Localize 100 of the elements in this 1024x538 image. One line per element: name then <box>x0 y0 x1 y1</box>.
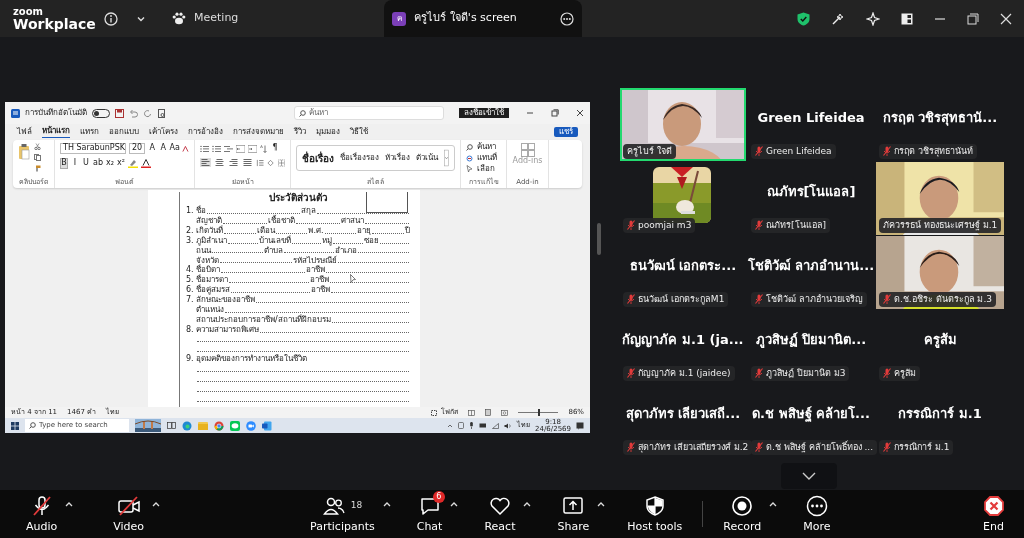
print-preview-icon[interactable] <box>157 108 166 118</box>
font-tool-button[interactable]: Aa <box>170 143 180 154</box>
align-justify-button[interactable] <box>242 158 253 167</box>
sign-in-button[interactable]: ลงชื่อเข้าใช้ <box>459 107 509 119</box>
numbered-list-icon[interactable] <box>212 144 221 153</box>
align-left-button[interactable] <box>200 158 211 167</box>
ribbon-tab[interactable]: แทรก <box>80 126 99 138</box>
line-spacing-icon[interactable] <box>256 158 264 167</box>
caret-icon[interactable] <box>382 500 391 507</box>
clear-format-icon[interactable] <box>182 144 189 153</box>
show-marks-button[interactable]: ¶ <box>271 143 279 154</box>
font-size-field[interactable]: 20 <box>129 143 146 154</box>
participants-button[interactable]: 18 Participants <box>310 492 375 536</box>
scissors-icon[interactable] <box>34 143 41 150</box>
web-layout-icon[interactable] <box>501 409 509 416</box>
format-button[interactable]: B <box>60 158 68 169</box>
battery-icon[interactable] <box>479 423 488 428</box>
caret-icon[interactable] <box>152 500 161 507</box>
video-app-icon[interactable] <box>246 420 256 431</box>
bullet-list-icon[interactable] <box>200 144 209 153</box>
video-button[interactable]: Video <box>113 492 145 536</box>
more-button[interactable]: More <box>803 492 831 536</box>
record-button[interactable]: Record <box>723 492 762 536</box>
tray-caret-icon[interactable] <box>447 422 454 429</box>
browser-icon[interactable] <box>182 420 192 431</box>
sort-icon[interactable] <box>260 144 268 153</box>
react-button[interactable]: React <box>484 492 516 536</box>
caret-icon[interactable] <box>450 500 459 507</box>
style-option[interactable]: ตัวเน้น <box>416 153 438 163</box>
redo-icon[interactable] <box>143 108 152 118</box>
share-button[interactable]: Share <box>557 492 590 536</box>
save-icon[interactable] <box>115 108 124 118</box>
format-button[interactable]: x² <box>117 158 125 169</box>
font-tool-button[interactable]: A <box>159 143 168 154</box>
ribbon-tab[interactable]: การส่งจดหมาย <box>233 126 284 138</box>
restore-icon[interactable] <box>551 109 559 117</box>
style-option[interactable]: ชื่อเรื่อง <box>302 152 334 164</box>
resize-handle[interactable] <box>597 222 601 255</box>
caret-icon[interactable] <box>597 500 606 507</box>
align-right-button[interactable] <box>228 158 239 167</box>
increase-indent-icon[interactable] <box>248 144 257 153</box>
ribbon-tab[interactable]: ไฟล์ <box>17 126 32 138</box>
read-mode-icon[interactable] <box>468 409 476 416</box>
speaker-icon[interactable] <box>504 422 513 429</box>
sparkle-icon[interactable] <box>866 11 880 26</box>
close-icon[interactable] <box>576 109 584 117</box>
copy-icon[interactable] <box>34 154 41 161</box>
edit-command[interactable]: ค้นหา <box>466 143 501 152</box>
wand-icon[interactable] <box>831 11 845 26</box>
ribbon-tab[interactable]: ออกแบบ <box>109 126 139 138</box>
ribbon-tab[interactable]: หน้าแรก <box>42 126 70 138</box>
audio-button[interactable]: Audio <box>26 492 58 536</box>
decrease-indent-icon[interactable] <box>236 144 245 153</box>
info-icon[interactable] <box>104 11 118 26</box>
edit-command[interactable]: เลือก <box>466 164 501 174</box>
ribbon-tab[interactable]: การอ้างอิง <box>188 126 223 138</box>
ribbon-tab[interactable]: วิธีใช้ <box>350 126 368 138</box>
multilevel-list-icon[interactable] <box>224 144 233 153</box>
format-button[interactable]: I <box>71 158 79 169</box>
ribbon-tab[interactable]: เค้าโครง <box>149 126 178 138</box>
scroll-down-button[interactable] <box>781 463 837 489</box>
browser-icon[interactable] <box>214 420 224 431</box>
caret-icon[interactable] <box>65 500 74 507</box>
caret-icon[interactable] <box>523 500 532 507</box>
end-button[interactable]: End <box>983 492 1004 536</box>
caret-icon[interactable] <box>769 500 778 507</box>
network-icon[interactable] <box>492 422 500 429</box>
host-button[interactable]: Host tools <box>627 492 683 536</box>
task-view-icon[interactable] <box>167 421 176 430</box>
restore-icon[interactable] <box>967 12 979 25</box>
format-button[interactable]: U <box>82 158 90 169</box>
format-painter-icon[interactable] <box>34 165 41 172</box>
camera-status-icon[interactable] <box>458 422 465 429</box>
paste-icon[interactable] <box>18 143 30 161</box>
notification-icon[interactable] <box>576 421 584 430</box>
document-app-icon[interactable] <box>262 420 272 431</box>
document-app-icon[interactable] <box>11 108 20 118</box>
share-button[interactable]: แชร์ <box>554 126 578 138</box>
format-button[interactable]: x₂ <box>106 158 114 169</box>
more-options-icon[interactable] <box>560 11 575 26</box>
ribbon-tab[interactable]: มุมมอง <box>316 126 340 138</box>
font-tool-button[interactable]: A <box>148 143 157 154</box>
ribbon-tab[interactable]: รีวิว <box>294 126 306 138</box>
layout-icon[interactable] <box>901 12 913 25</box>
edit-command[interactable]: แทนที่ <box>466 153 501 163</box>
screen-share-tab[interactable]: ค ครูไบร์ ใจดี's screen <box>384 0 583 37</box>
align-center-button[interactable] <box>214 158 225 167</box>
shield-check-icon[interactable] <box>797 11 810 26</box>
format-button[interactable]: ab <box>93 158 103 169</box>
microphone-icon[interactable] <box>469 422 475 429</box>
font-name-field[interactable]: TH SarabunPSK <box>60 143 126 154</box>
print-layout-icon[interactable] <box>485 409 492 416</box>
windows-logo-icon[interactable] <box>11 421 19 430</box>
borders-icon[interactable] <box>277 158 285 167</box>
font-color-icon[interactable] <box>141 159 151 168</box>
chat-button[interactable]: 6 Chat <box>416 492 443 536</box>
style-option[interactable]: ชื่อเรื่องรอง <box>340 153 379 163</box>
style-option[interactable]: หัวเรื่อง <box>385 153 410 163</box>
shading-icon[interactable] <box>266 158 275 167</box>
search-field[interactable]: ค้นหา <box>294 106 444 120</box>
